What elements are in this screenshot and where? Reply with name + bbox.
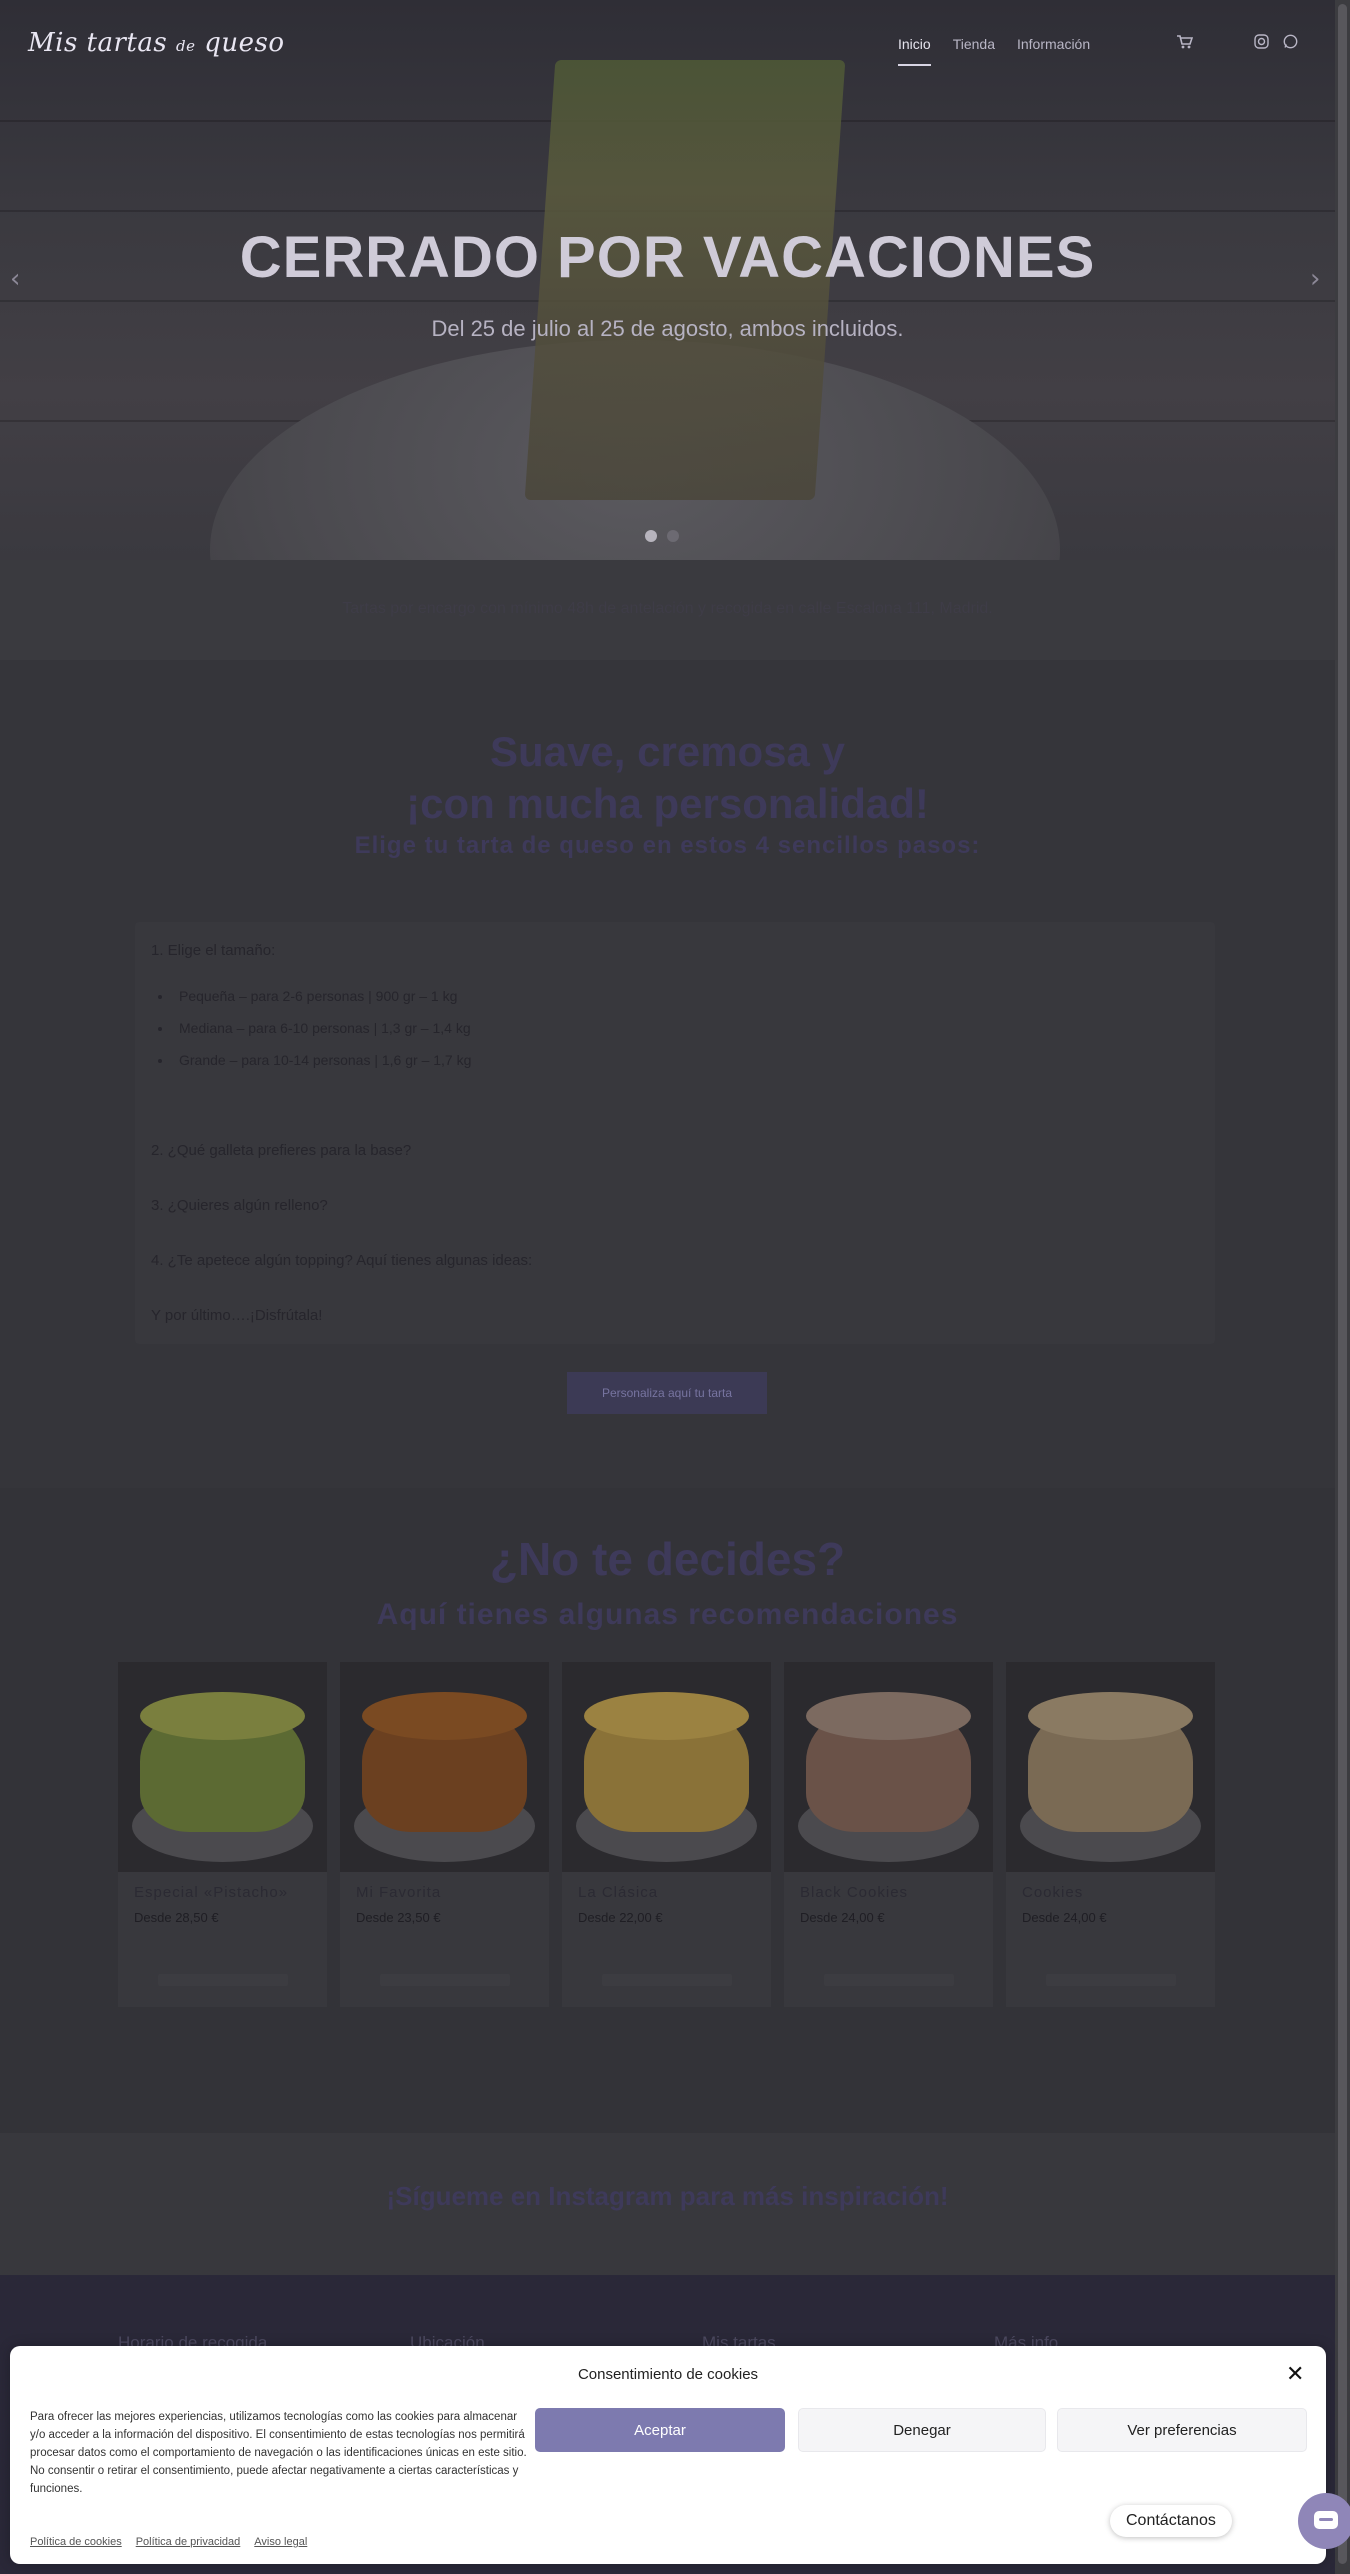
product-price: Desde 24,00 € [800, 1910, 885, 1925]
scrollbar-thumb[interactable] [1338, 4, 1347, 2564]
slider-dot[interactable] [667, 530, 679, 542]
page-scrollbar[interactable] [1335, 0, 1350, 2574]
recommendations-heading: ¿No te decides? [489, 1533, 846, 1585]
main-nav: Inicio Tienda Información [898, 36, 1090, 66]
product-select-options-button[interactable] [602, 1974, 732, 1986]
product-price: Desde 24,00 € [1022, 1910, 1107, 1925]
close-icon[interactable]: ✕ [1286, 2362, 1304, 2387]
product-image[interactable] [562, 1662, 771, 1872]
logo-text: Mis tartas [28, 28, 168, 58]
product-select-options-button[interactable] [158, 1974, 288, 1986]
instagram-section: ¡Sígueme en Instagram para más inspiraci… [0, 2133, 1335, 2275]
product-select-options-button[interactable] [824, 1974, 954, 1986]
nav-item-tienda[interactable]: Tienda [953, 36, 995, 66]
product-image[interactable] [1006, 1662, 1215, 1872]
slider-dot[interactable] [645, 530, 657, 542]
product-name[interactable]: Mi Favorita [356, 1884, 441, 1901]
product-image[interactable] [784, 1662, 993, 1872]
size-option: Mediana – para 6-10 personas | 1,3 gr – … [173, 1020, 471, 1036]
product-card[interactable]: Black Cookies Desde 24,00 € [784, 1662, 993, 2007]
hero-slider: Mis tartas de queso Inicio Tienda Inform… [0, 0, 1335, 560]
product-cake-top [806, 1692, 971, 1740]
hero-subtitle: Del 25 de julio al 25 de agosto, ambos i… [431, 316, 904, 341]
product-image[interactable] [340, 1662, 549, 1872]
steps-subheading: Elige tu tarta de queso en estos 4 senci… [354, 832, 981, 859]
product-price: Desde 23,50 € [356, 1910, 441, 1925]
nav-item-inicio[interactable]: Inicio [898, 36, 931, 66]
product-price: Desde 28,50 € [134, 1910, 219, 1925]
product-image[interactable] [118, 1662, 327, 1872]
chat-icon [1314, 2511, 1338, 2529]
cookie-text: Para ofrecer las mejores experiencias, u… [30, 2411, 527, 2495]
size-list: Pequeña – para 2-6 personas | 900 gr – 1… [173, 988, 471, 1084]
legal-notice-link[interactable]: Aviso legal [254, 2536, 307, 2548]
size-option: Pequeña – para 2-6 personas | 900 gr – 1… [173, 988, 471, 1004]
recommendations-subheading: Aquí tienes algunas recomendaciones [376, 1598, 959, 1631]
site-header: Mis tartas de queso Inicio Tienda Inform… [0, 0, 1335, 90]
steps-closing: Y por último….¡Disfrútala! [151, 1307, 323, 1324]
product-name[interactable]: Cookies [1022, 1884, 1083, 1901]
privacy-policy-link[interactable]: Política de privacidad [136, 2536, 241, 2548]
info-strip: Tartas por encargo con mínimo 48h de ant… [0, 560, 1335, 660]
slider-dots [645, 530, 679, 542]
site-logo[interactable]: Mis tartas de queso [28, 28, 285, 58]
whatsapp-icon[interactable] [1283, 34, 1298, 53]
steps-heading-line1: Suave, cremosa y [490, 728, 845, 775]
steps-card: 1. Elige el tamaño: Pequeña – para 2-6 p… [135, 922, 1215, 1344]
cookie-preferences-button[interactable]: Ver preferencias [1057, 2408, 1307, 2452]
product-cake-top [584, 1692, 749, 1740]
nav-item-informacion[interactable]: Información [1017, 36, 1090, 66]
instagram-heading: ¡Sígueme en Instagram para más inspiraci… [386, 2181, 949, 2211]
product-cake-top [362, 1692, 527, 1740]
steps-section: Suave, cremosa y ¡con mucha personalidad… [0, 660, 1335, 1488]
product-name[interactable]: La Clásica [578, 1884, 658, 1901]
deny-cookies-button[interactable]: Denegar [798, 2408, 1046, 2452]
steps-heading: Suave, cremosa y ¡con mucha personalidad… [0, 726, 1335, 830]
product-grid: Especial «Pistacho» Desde 28,50 € Mi Favor… [118, 1662, 1215, 2007]
product-cake-top [140, 1692, 305, 1740]
product-select-options-button[interactable] [380, 1974, 510, 1986]
product-card[interactable]: Mi Favorita Desde 23,50 € [340, 1662, 549, 2007]
recommendations-section: ¿No te decides? Aquí tienes algunas reco… [0, 1488, 1335, 2133]
step-1: 1. Elige el tamaño: [151, 942, 276, 959]
product-card[interactable]: Cookies Desde 24,00 € [1006, 1662, 1215, 2007]
step-3[interactable]: 3. ¿Quieres algún relleno? [151, 1197, 328, 1214]
product-name[interactable]: Black Cookies [800, 1884, 908, 1901]
product-card[interactable]: La Clásica Desde 22,00 € [562, 1662, 771, 2007]
product-name[interactable]: Especial «Pistacho» [134, 1884, 288, 1901]
customize-cake-button[interactable]: Personaliza aquí tu tarta [567, 1372, 767, 1414]
product-price: Desde 22,00 € [578, 1910, 663, 1925]
hero-title: CERRADO POR VACACIONES [239, 225, 1096, 290]
size-option: Grande – para 10-14 personas | 1,6 gr – … [173, 1052, 471, 1068]
product-card[interactable]: Especial «Pistacho» Desde 28,50 € [118, 1662, 327, 2007]
steps-heading-line2: ¡con mucha personalidad! [406, 780, 929, 827]
cart-icon[interactable] [1177, 34, 1194, 53]
product-select-options-button[interactable] [1046, 1974, 1176, 1986]
pickup-info-text: Tartas por encargo con mínimo 48h de ant… [342, 600, 993, 617]
step-2[interactable]: 2. ¿Qué galleta prefieres para la base? [151, 1142, 411, 1159]
cookie-links: Política de cookies Política de privacid… [30, 2536, 307, 2548]
cookie-policy-link[interactable]: Política de cookies [30, 2536, 122, 2548]
contact-button[interactable] [1298, 2493, 1350, 2549]
contact-label[interactable]: Contáctanos [1110, 2505, 1232, 2537]
logo-text-end: queso [204, 28, 285, 58]
logo-text-small: de [175, 37, 196, 55]
step-4[interactable]: 4. ¿Te apetece algún topping? Aquí tiene… [151, 1252, 532, 1269]
instagram-icon[interactable] [1254, 34, 1269, 53]
cookie-title: Consentimiento de cookies [577, 2366, 759, 2383]
social-links [1254, 34, 1298, 53]
accept-cookies-button[interactable]: Aceptar [535, 2408, 785, 2452]
product-cake-top [1028, 1692, 1193, 1740]
